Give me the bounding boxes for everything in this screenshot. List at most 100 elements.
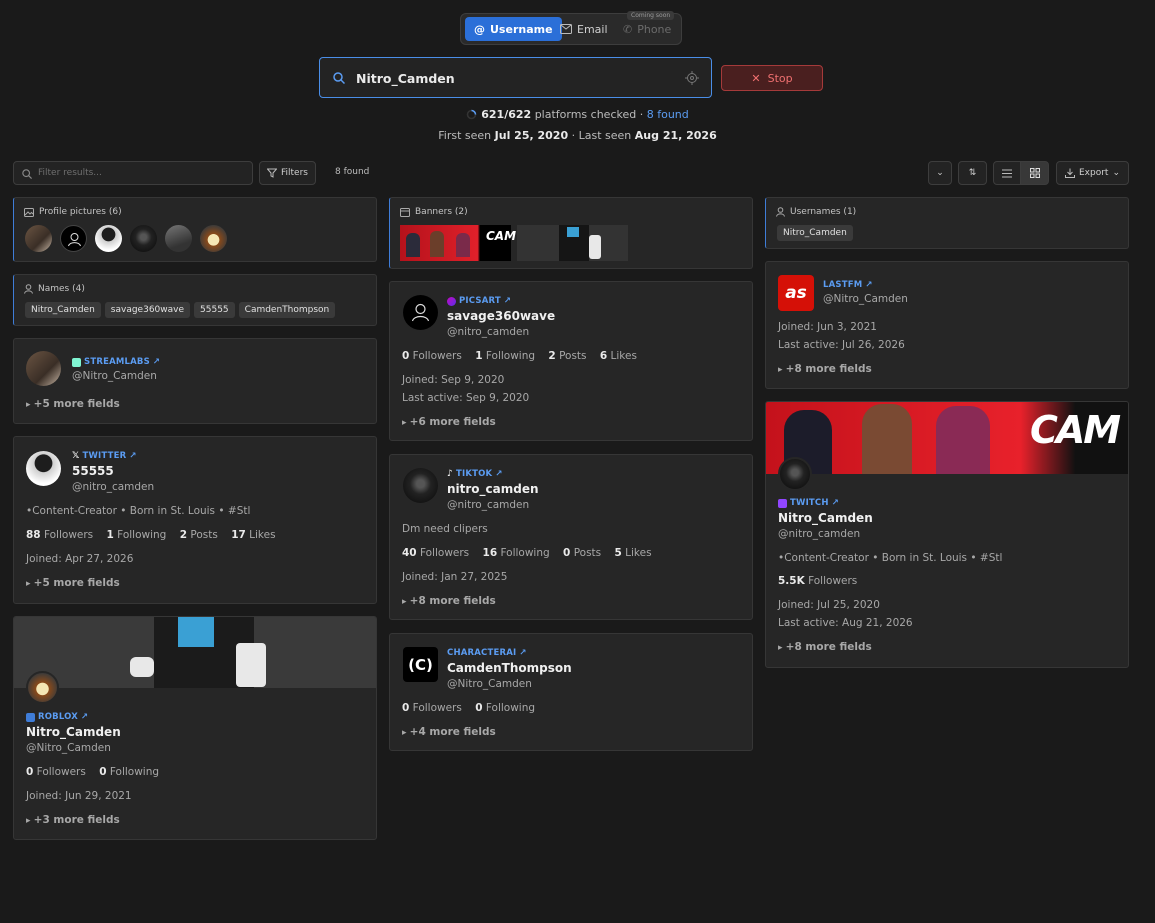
stop-button[interactable]: ✕ Stop (721, 65, 823, 91)
platform-label[interactable]: 𝕏 TWITTER ↗ (72, 451, 137, 461)
external-link-icon: ↗ (503, 296, 512, 306)
more-fields-toggle[interactable]: +8 more fields (778, 641, 872, 653)
external-link-icon: ↗ (81, 712, 89, 722)
export-button[interactable]: Export ⌄ (1056, 161, 1129, 185)
name-chip[interactable]: CamdenThompson (238, 302, 336, 318)
list-view-button[interactable] (993, 161, 1021, 185)
external-link-icon: ↗ (831, 498, 840, 508)
avatar (403, 295, 438, 330)
search-value: Nitro_Camden (356, 71, 455, 86)
crosshair-icon[interactable] (685, 71, 699, 85)
platform-label[interactable]: TWITCH ↗ (778, 498, 839, 508)
platform-label[interactable]: PICSART ↗ (447, 296, 511, 306)
collapse-button[interactable]: ⌄ (928, 161, 952, 185)
x-logo-icon: 𝕏 (72, 451, 80, 461)
more-fields-toggle[interactable]: +3 more fields (26, 814, 120, 826)
avatar (26, 351, 61, 386)
image-icon (400, 207, 410, 217)
platform-label[interactable]: CHARACTERAI ↗ (447, 648, 527, 658)
names-card: Names (4) Nitro_Camden savage360wave 55555… (13, 274, 377, 326)
result-card-twitch[interactable]: CAM TWITCH ↗ Nitro_Camden @nitro_camden •… (765, 401, 1129, 668)
spinner-icon (466, 109, 477, 120)
external-link-icon: ↗ (519, 648, 527, 658)
profile-picture[interactable] (165, 225, 192, 252)
phone-icon: ✆ (623, 22, 633, 36)
tab-username[interactable]: @ Username (465, 17, 562, 41)
sort-button[interactable]: ⇅ (958, 161, 987, 185)
profile-picture[interactable] (200, 225, 227, 252)
external-link-icon: ↗ (152, 357, 161, 367)
progress-status: 621/622 platforms checked · 8 found (0, 108, 1155, 121)
lastfm-logo-icon: as (778, 275, 814, 311)
search-input[interactable]: Nitro_Camden (319, 57, 712, 98)
platform-label[interactable]: ROBLOX ↗ (26, 712, 88, 722)
user-icon (68, 233, 81, 247)
more-fields-toggle[interactable]: +4 more fields (402, 726, 496, 738)
profile-picture[interactable] (95, 225, 122, 252)
external-link-icon: ↗ (129, 451, 137, 461)
characterai-logo: (C) (403, 647, 438, 682)
avatar (778, 457, 812, 491)
avatar (403, 468, 438, 503)
profile-picture[interactable] (60, 225, 87, 252)
banner-thumbnail-text: CAM (486, 229, 517, 243)
banners-card: Banners (2) CAM (389, 197, 753, 269)
profile-picture[interactable] (25, 225, 52, 252)
tab-email[interactable]: Email (551, 17, 617, 41)
user-icon (24, 284, 33, 294)
result-card-twitter[interactable]: 𝕏 TWITTER ↗ 55555 @nitro_camden •Content-C… (13, 436, 377, 604)
avatar (26, 671, 59, 704)
external-link-icon: ↗ (495, 469, 503, 479)
streamlabs-icon (72, 357, 81, 367)
external-link-icon: ↗ (865, 280, 873, 290)
chevron-down-icon: ⌄ (1112, 168, 1120, 178)
profile-pictures-card: Profile pictures (6) (13, 197, 377, 262)
user-icon (776, 207, 785, 217)
banner-text: CAM (1030, 408, 1121, 452)
more-fields-toggle[interactable]: +8 more fields (402, 595, 496, 607)
list-icon (1002, 169, 1012, 177)
banner-thumbnail[interactable]: CAM (400, 225, 516, 261)
sort-arrows-icon: ⇅ (968, 168, 977, 178)
grid-view-button[interactable] (1020, 161, 1049, 185)
result-card-lastfm[interactable]: as LASTFM ↗ @Nitro_Camden Joined: Jun 3, … (765, 261, 1129, 389)
platform-label[interactable]: STREAMLABS ↗ (72, 357, 160, 367)
result-card-tiktok[interactable]: ♪ TIKTOK ↗ nitro_camden @nitro_camden Dm n… (389, 454, 753, 620)
name-chip[interactable]: Nitro_Camden (25, 302, 101, 318)
chevron-down-icon: ⌄ (936, 168, 944, 178)
banner-thumbnail[interactable] (517, 225, 628, 261)
search-icon (333, 72, 345, 84)
seen-range: First seen Jul 25, 2020 · Last seen Aug … (438, 129, 717, 142)
profile-picture[interactable] (130, 225, 157, 252)
platform-label[interactable]: LASTFM ↗ (823, 280, 873, 290)
download-icon (1064, 168, 1075, 178)
result-card-characterai[interactable]: (C) CHARACTERAI ↗ CamdenThompson @Nitro_C… (389, 633, 753, 751)
result-card-streamlabs[interactable]: STREAMLABS↗ @Nitro_Camden +5 more fields (13, 338, 377, 424)
mail-icon (560, 24, 572, 34)
filter-input[interactable]: Filter results... (13, 161, 253, 185)
result-card-roblox[interactable]: ROBLOX ↗ Nitro_Camden @Nitro_Camden 0 Fol… (13, 616, 377, 840)
username-chip[interactable]: Nitro_Camden (777, 225, 853, 241)
name-chip[interactable]: 55555 (194, 302, 235, 318)
avatar (26, 451, 61, 486)
banner-image: CAM (766, 402, 1128, 474)
more-fields-toggle[interactable]: +6 more fields (402, 416, 496, 428)
roblox-icon (26, 712, 35, 722)
image-icon (24, 207, 34, 217)
result-card-picsart[interactable]: PICSART ↗ savage360wave @nitro_camden 0 F… (389, 281, 753, 441)
tiktok-icon: ♪ (447, 469, 453, 479)
user-icon (411, 303, 430, 322)
funnel-icon (267, 168, 277, 178)
more-fields-toggle[interactable]: +5 more fields (26, 577, 120, 589)
search-icon (22, 169, 32, 179)
picsart-icon (447, 296, 456, 306)
grid-icon (1029, 168, 1040, 178)
name-chip[interactable]: savage360wave (104, 302, 191, 318)
at-icon: @ (474, 22, 485, 36)
more-fields-toggle[interactable]: +5 more fields (26, 398, 120, 410)
platform-label[interactable]: ♪ TIKTOK ↗ (447, 469, 503, 479)
more-fields-toggle[interactable]: +8 more fields (778, 363, 872, 375)
tab-phone: ✆ Phone (623, 22, 672, 36)
found-link[interactable]: 8 found (647, 108, 689, 121)
filters-button[interactable]: Filters (259, 161, 316, 185)
